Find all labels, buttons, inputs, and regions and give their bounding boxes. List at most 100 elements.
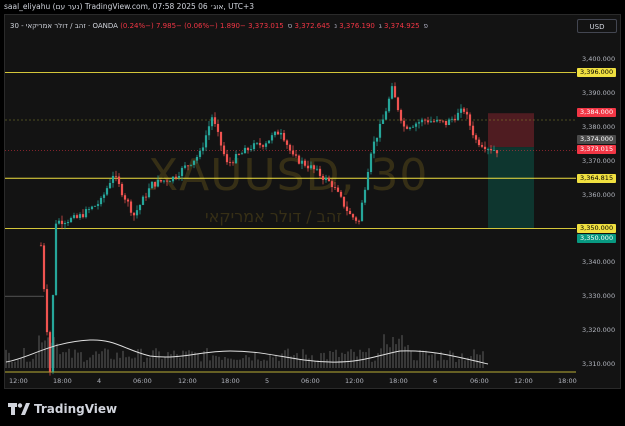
candle-body (279, 132, 283, 135)
price-tick-label: 3,370.000 (582, 156, 616, 165)
time-tick-label: 18:00 (221, 377, 240, 385)
candle-body (339, 191, 343, 197)
candle-body (114, 175, 118, 177)
candle-body (402, 120, 406, 127)
candle-body (450, 118, 454, 120)
price-tick-label: 3,340.000 (582, 258, 616, 267)
time-tick-label: 18:00 (389, 377, 408, 385)
price-tick-label: 3,310.000 (582, 360, 616, 368)
candle-body (135, 210, 139, 216)
candle-body (207, 126, 211, 136)
candle-body (240, 153, 244, 155)
candle-body (93, 205, 97, 207)
candle-body (300, 160, 304, 164)
candle-body (396, 97, 400, 111)
candle-body (345, 206, 349, 211)
entry-tag: 3,374.000 (577, 135, 617, 144)
candle-body (351, 214, 355, 218)
candle-body (369, 153, 373, 172)
candle-body (105, 188, 109, 195)
candle-body (189, 164, 193, 166)
candle-body (159, 179, 163, 182)
candle-body (120, 183, 124, 196)
price-tick-label: 3,360.000 (582, 190, 616, 199)
candle-body (213, 117, 217, 124)
candle-body (288, 144, 292, 151)
candle-body (372, 141, 376, 154)
candle-body (183, 165, 187, 168)
candle-body (195, 156, 199, 161)
time-tick-label: 06:00 (301, 377, 320, 385)
candle-body (39, 245, 43, 247)
candle-body (84, 209, 88, 218)
candle-body (258, 142, 262, 146)
candle-body (327, 177, 331, 182)
candle-body (492, 150, 496, 151)
candle-body (234, 154, 238, 164)
candle-body (186, 165, 190, 167)
candle-body (435, 119, 439, 122)
candle-body (81, 214, 85, 218)
candle-body (201, 147, 205, 151)
candle-body (246, 147, 250, 151)
candle-body (432, 121, 436, 123)
candle-body (225, 154, 229, 163)
price-tick-label: 3,380.000 (582, 122, 616, 131)
take-profit-zone (488, 147, 534, 229)
candle-body (249, 149, 253, 151)
candle-body (111, 175, 115, 183)
candle-body (42, 245, 46, 290)
candle-body (495, 150, 499, 154)
candle-body (309, 165, 313, 169)
candle-body (420, 119, 424, 123)
candle-body (366, 171, 370, 190)
candle-body (252, 143, 256, 150)
candle-body (381, 119, 385, 124)
time-tick-label: 12:00 (345, 377, 364, 385)
candle-body (282, 132, 286, 141)
candle-body (108, 182, 112, 189)
candle-body (216, 123, 220, 132)
candle-body (336, 187, 340, 192)
candle-body (141, 196, 145, 205)
candle-body (63, 223, 67, 225)
candle-body (384, 111, 388, 120)
candle-body (405, 126, 409, 129)
candle-body (102, 194, 106, 198)
candle-body (87, 209, 91, 210)
time-tick-label: 18:00 (558, 377, 577, 385)
candle-body (264, 143, 268, 147)
candle-body (129, 201, 133, 213)
candle-body (375, 137, 379, 142)
candle-body (348, 210, 352, 215)
candle-body (219, 131, 223, 146)
candle-body (444, 120, 448, 126)
candle-body (354, 217, 358, 221)
stop-loss-tag: 3,384.000 (577, 108, 617, 117)
tradingview-logo[interactable]: TradingView (8, 401, 117, 417)
candle-body (486, 148, 490, 150)
candle-body (222, 145, 226, 155)
candle-body (483, 146, 487, 150)
candle-body (210, 117, 214, 127)
take-profit-tag: 3,350.000 (577, 234, 617, 243)
time-tick-label: 12:00 (514, 377, 533, 385)
candle-body (75, 215, 79, 218)
candle-body (447, 119, 451, 126)
candle-body (237, 154, 241, 155)
candle-body (117, 176, 121, 184)
level-tag-top: 3,396.000 (577, 68, 617, 77)
candle-body (243, 147, 247, 154)
candle-body (429, 121, 433, 123)
candle-body (60, 220, 64, 225)
time-tick-label: 06:00 (133, 377, 152, 385)
candle-body (96, 204, 100, 206)
candle-body (303, 160, 307, 166)
candle-body (144, 196, 148, 198)
time-tick-label: 6 (433, 377, 438, 385)
candle-body (393, 86, 397, 98)
candle-body (441, 120, 445, 122)
candle-body (78, 214, 82, 218)
price-chart[interactable] (0, 0, 625, 426)
last-price-tag: 3,373.015 (577, 145, 617, 154)
